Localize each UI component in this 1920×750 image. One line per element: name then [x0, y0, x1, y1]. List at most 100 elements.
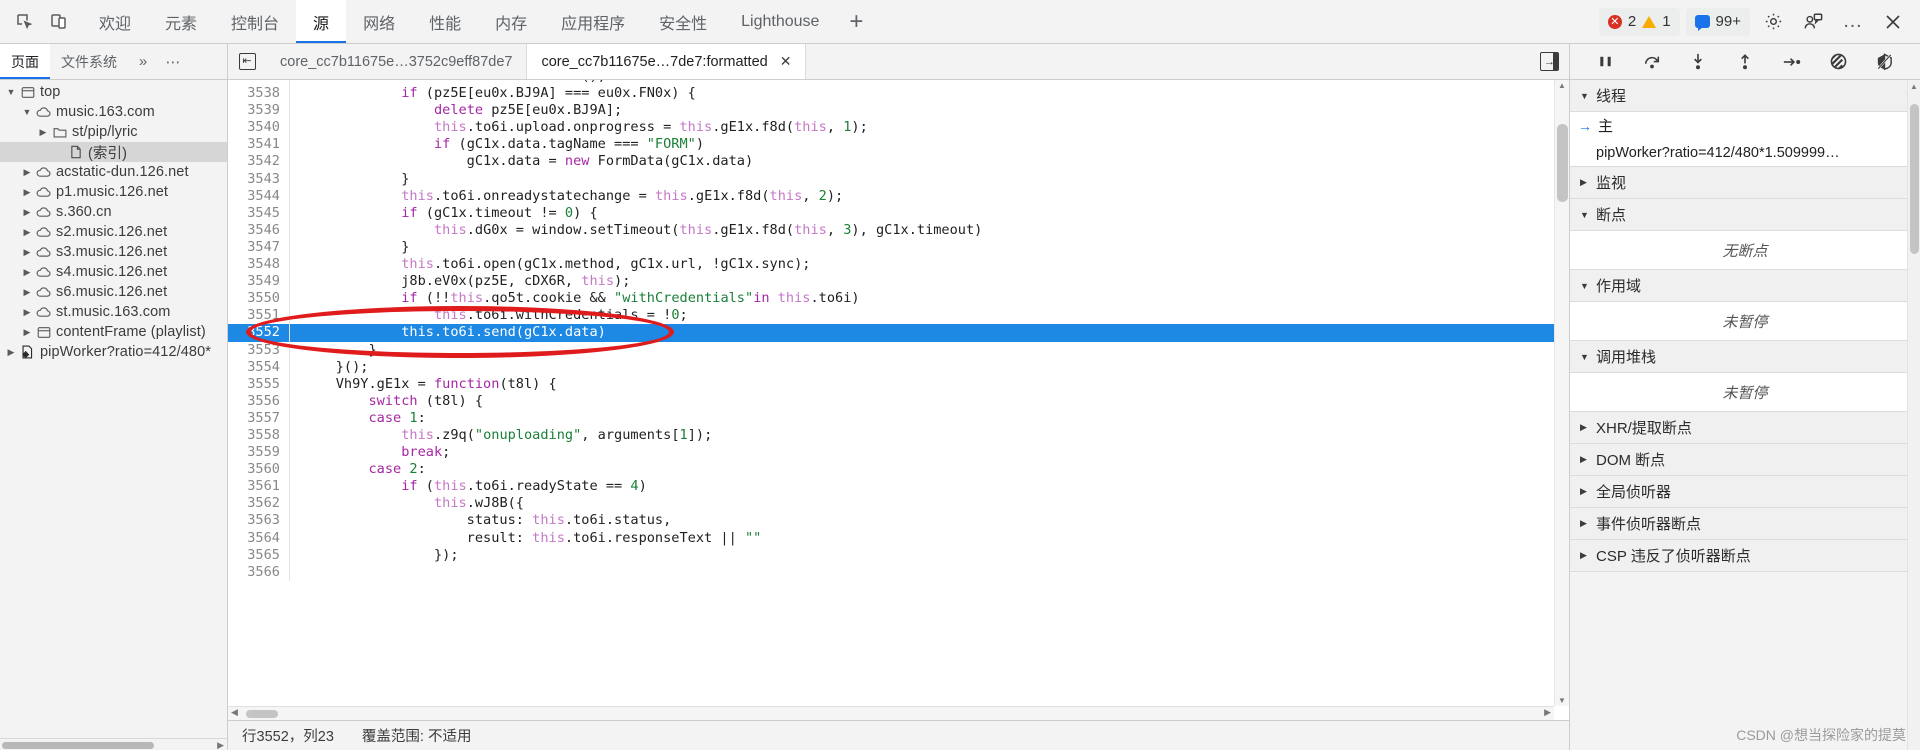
- code-line[interactable]: 3549 j8b.eV0x(pz5E, cDX6R, this);: [228, 273, 1554, 291]
- debugger-section-header-csp-violation-breakpoints[interactable]: CSP 违反了侦听器断点: [1570, 540, 1920, 572]
- line-source[interactable]: }: [290, 171, 409, 188]
- line-number[interactable]: 3551: [228, 307, 290, 325]
- add-panel-button[interactable]: +: [836, 0, 876, 43]
- tab-memory[interactable]: 内存: [478, 0, 544, 43]
- debugger-section-header-global-listeners[interactable]: 全局侦听器: [1570, 476, 1920, 508]
- debugger-section-header-event-listener-breakpoints[interactable]: 事件侦听器断点: [1570, 508, 1920, 540]
- tab-welcome[interactable]: 欢迎: [82, 0, 148, 43]
- scroll-up-arrow-icon[interactable]: ▲: [1555, 81, 1569, 90]
- line-source[interactable]: if (gC1x.timeout != 0) {: [290, 205, 597, 222]
- step-out-button[interactable]: [1730, 49, 1760, 75]
- tree-item[interactable]: pipWorker?ratio=412/480*: [0, 342, 227, 362]
- line-source[interactable]: this.dG0x = window.setTimeout(this.gE1x.…: [290, 222, 982, 239]
- code-line[interactable]: 3545 if (gC1x.timeout != 0) {: [228, 204, 1554, 222]
- line-source[interactable]: gC1x.data = new FormData(gC1x.data): [290, 153, 753, 170]
- line-number[interactable]: 3556: [228, 392, 290, 410]
- chevron-right-icon[interactable]: [1580, 486, 1596, 497]
- debugger-section-header-breakpoints[interactable]: 断点: [1570, 199, 1920, 231]
- thread-row[interactable]: pipWorker?ratio=412/480*1.509999…: [1570, 139, 1920, 166]
- code-line[interactable]: 3542 gC1x.data = new FormData(gC1x.data): [228, 153, 1554, 171]
- line-number[interactable]: 3563: [228, 512, 290, 530]
- code-line[interactable]: 3538 if (pz5E[eu0x.BJ9A] === eu0x.FN0x) …: [228, 85, 1554, 103]
- code-line[interactable]: 3566: [228, 563, 1554, 581]
- line-number[interactable]: 3554: [228, 358, 290, 376]
- line-source[interactable]: this.z9q("onuploading", arguments[1]);: [290, 427, 712, 444]
- toggle-navigator-button[interactable]: ⇤: [228, 44, 266, 79]
- debugger-section-header-watch[interactable]: 监视: [1570, 167, 1920, 199]
- line-source[interactable]: status: this.to6i.status,: [290, 512, 672, 529]
- tree-item[interactable]: st/pip/lyric: [0, 122, 227, 142]
- tree-twisty-icon[interactable]: [20, 247, 34, 258]
- editor-tab-core-formatted[interactable]: core_cc7b11675e…7de7:formatted ✕: [527, 44, 807, 79]
- deactivate-breakpoints-button[interactable]: [1823, 49, 1853, 75]
- code-line[interactable]: 3541 if (gC1x.data.tagName === "FORM"): [228, 136, 1554, 154]
- line-source[interactable]: if (!!this.qo5t.cookie && "withCredentia…: [290, 290, 859, 307]
- code-line[interactable]: 3565 });: [228, 546, 1554, 564]
- line-number[interactable]: 3565: [228, 546, 290, 564]
- line-number[interactable]: 3544: [228, 187, 290, 205]
- line-number[interactable]: 3545: [228, 204, 290, 222]
- more-options-icon[interactable]: …: [1836, 5, 1870, 39]
- line-source[interactable]: result: this.to6i.responseText || "": [290, 530, 762, 547]
- tree-twisty-icon[interactable]: [20, 167, 34, 178]
- navigator-more-options-icon[interactable]: ⋯: [158, 44, 188, 79]
- line-source[interactable]: switch (t8l) {: [290, 393, 483, 410]
- line-source[interactable]: break;: [290, 444, 450, 461]
- navigator-tab-page[interactable]: 页面: [0, 44, 50, 79]
- code-vertical-scrollbar[interactable]: ▲ ▼: [1554, 80, 1569, 706]
- gear-icon[interactable]: [1756, 5, 1790, 39]
- tree-item[interactable]: s4.music.126.net: [0, 262, 227, 282]
- line-number[interactable]: 3560: [228, 461, 290, 479]
- line-source[interactable]: });: [290, 547, 459, 564]
- tree-item[interactable]: s.360.cn: [0, 202, 227, 222]
- tree-item[interactable]: s6.music.126.net: [0, 282, 227, 302]
- debugger-section-header-call-stack[interactable]: 调用堆栈: [1570, 341, 1920, 373]
- chevron-right-icon[interactable]: [1580, 454, 1596, 465]
- scroll-right-arrow-icon[interactable]: ▶: [217, 740, 224, 750]
- tree-item[interactable]: s2.music.126.net: [0, 222, 227, 242]
- tree-twisty-icon[interactable]: [20, 227, 34, 238]
- pause-resume-button[interactable]: [1590, 49, 1620, 75]
- line-number[interactable]: 3566: [228, 563, 290, 581]
- chevron-right-icon[interactable]: [1580, 422, 1596, 433]
- step-button[interactable]: [1777, 49, 1807, 75]
- step-over-button[interactable]: [1637, 49, 1667, 75]
- line-number[interactable]: 3559: [228, 444, 290, 462]
- code-horizontal-scrollbar[interactable]: ◀ ▶: [228, 706, 1554, 720]
- line-source[interactable]: case 1:: [290, 410, 425, 427]
- code-line[interactable]: 3563 status: this.to6i.status,: [228, 512, 1554, 530]
- scrollbar-thumb[interactable]: [1910, 104, 1919, 254]
- line-number[interactable]: 3542: [228, 153, 290, 171]
- code-line[interactable]: 3554 }();: [228, 358, 1554, 376]
- line-number[interactable]: 3558: [228, 426, 290, 445]
- scrollbar-thumb[interactable]: [1557, 124, 1568, 202]
- line-source[interactable]: }();: [290, 359, 369, 376]
- step-into-button[interactable]: [1683, 49, 1713, 75]
- line-source[interactable]: j8b.eV0x(pz5E, cDX6R, this);: [290, 273, 630, 290]
- code-line[interactable]: 3562 this.wJ8B({: [228, 495, 1554, 513]
- tree-twisty-icon[interactable]: [20, 187, 34, 198]
- code-line[interactable]: 3543 }: [228, 170, 1554, 188]
- tree-item[interactable]: top: [0, 82, 227, 102]
- tree-twisty-icon[interactable]: [36, 127, 50, 138]
- tree-twisty-icon[interactable]: [20, 107, 34, 117]
- source-code[interactable]: 3537 this.to6i = bK9b.bKt1x();3538 if (p…: [228, 80, 1554, 581]
- debugger-section-header-threads[interactable]: 线程: [1570, 80, 1920, 112]
- debugger-section-header-scope[interactable]: 作用域: [1570, 270, 1920, 302]
- line-number[interactable]: 3562: [228, 495, 290, 513]
- show-debugger-sidebar-button[interactable]: →: [1540, 44, 1569, 79]
- line-source[interactable]: Vh9Y.gE1x = function(t8l) {: [290, 376, 557, 393]
- tab-elements[interactable]: 元素: [148, 0, 214, 43]
- console-messages-counter[interactable]: 99+: [1685, 7, 1750, 36]
- code-line[interactable]: 3539 delete pz5E[eu0x.BJ9A];: [228, 102, 1554, 120]
- code-line[interactable]: 3557 case 1:: [228, 409, 1554, 427]
- tree-twisty-icon[interactable]: [20, 267, 34, 278]
- tree-twisty-icon[interactable]: [20, 287, 34, 298]
- code-line[interactable]: 3548 this.to6i.open(gC1x.method, gC1x.ur…: [228, 256, 1554, 274]
- tree-twisty-icon[interactable]: [20, 327, 34, 338]
- line-number[interactable]: 3564: [228, 529, 290, 547]
- tree-twisty-icon[interactable]: [20, 207, 34, 218]
- line-number[interactable]: 3553: [228, 341, 290, 359]
- line-source[interactable]: case 2:: [290, 461, 425, 478]
- scrollbar-thumb[interactable]: [246, 710, 278, 718]
